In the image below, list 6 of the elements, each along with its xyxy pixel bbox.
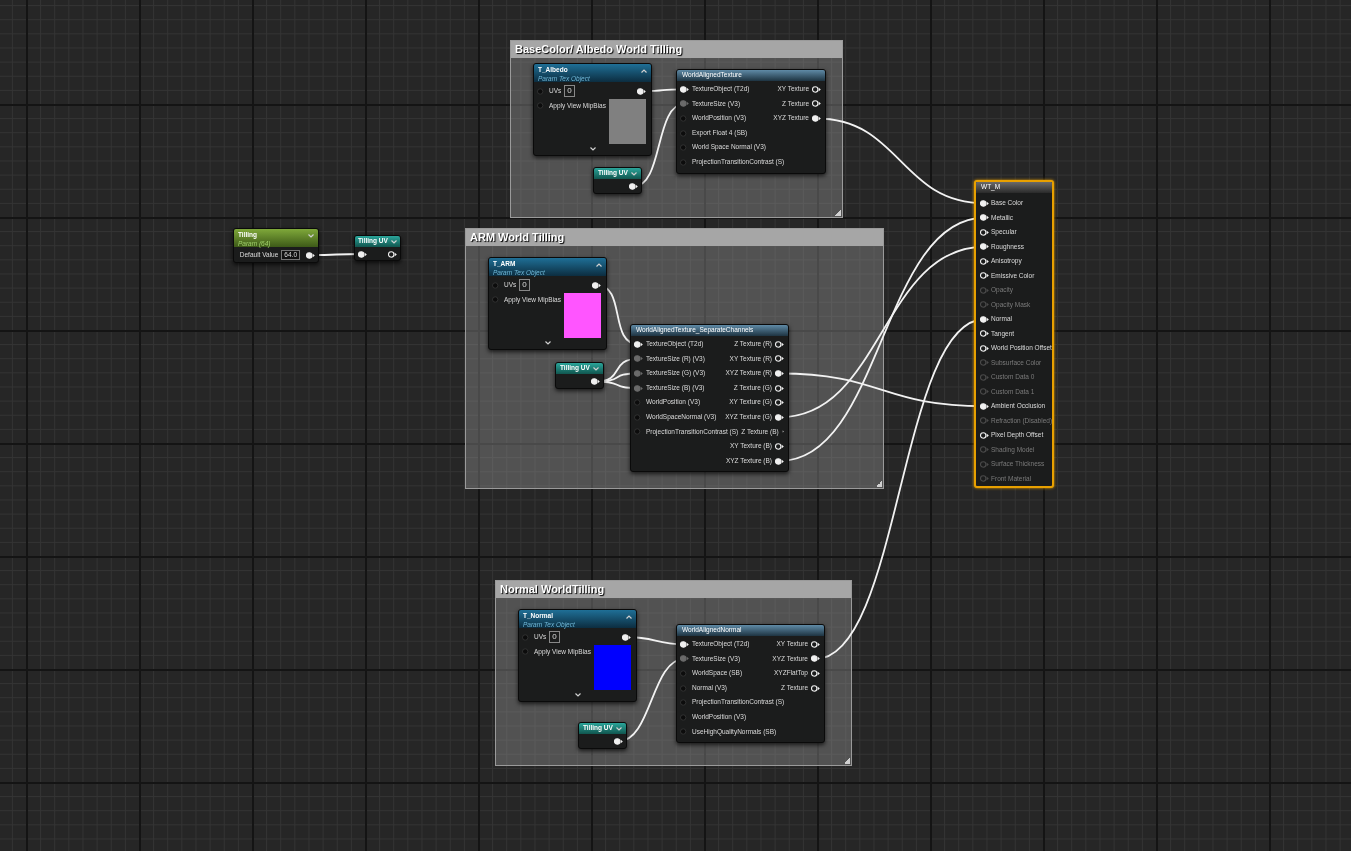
comment-title: Normal WorldTilling <box>500 582 605 598</box>
value-field: 0 <box>564 85 575 97</box>
value-field: 0 <box>549 631 560 643</box>
comment-title: BaseColor/ Albedo World Tilling <box>515 42 683 58</box>
value-field: 0 <box>519 279 530 291</box>
comment-title: ARM World Tilling <box>470 230 565 246</box>
